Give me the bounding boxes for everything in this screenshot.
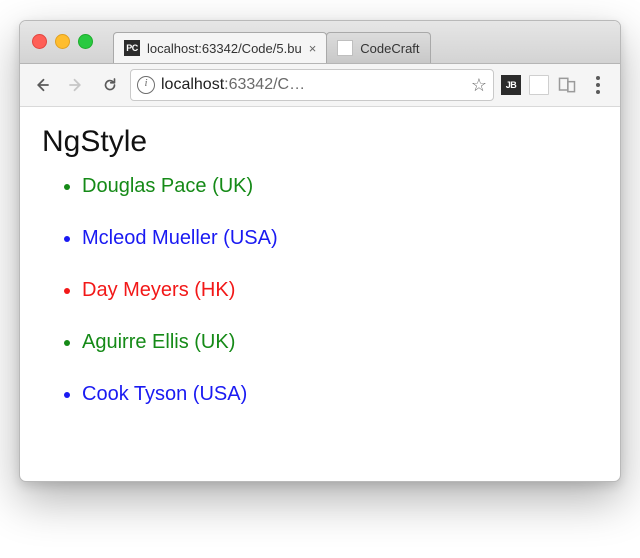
arrow-right-icon [67, 76, 85, 94]
titlebar: PC localhost:63342/Code/5.bu × CodeCraft [20, 21, 620, 64]
page-content: NgStyle Douglas Pace (UK) Mcleod Mueller … [20, 107, 620, 481]
url-host: localhost [161, 76, 224, 93]
list-item: Aguirre Ellis (UK) [82, 329, 598, 355]
people-list: Douglas Pace (UK) Mcleod Mueller (USA) Day… [42, 173, 598, 407]
tab-localhost[interactable]: PC localhost:63342/Code/5.bu × [113, 32, 327, 63]
page-heading: NgStyle [42, 125, 598, 159]
extension-jetbrains[interactable]: JB [500, 74, 522, 96]
jetbrains-icon: JB [501, 75, 521, 95]
extension-devtools[interactable] [556, 74, 578, 96]
forward-button[interactable] [62, 71, 90, 99]
extension-placeholder[interactable] [528, 74, 550, 96]
tab-title: CodeCraft [360, 41, 419, 56]
url-path: :63342/C… [224, 76, 305, 93]
window-maximize-button[interactable] [78, 34, 93, 49]
tab-title: localhost:63342/Code/5.bu [147, 41, 302, 56]
tab-close-icon[interactable]: × [309, 42, 317, 55]
tab-codecraft[interactable]: CodeCraft [326, 32, 430, 63]
site-info-icon[interactable]: i [137, 76, 155, 94]
list-item: Douglas Pace (UK) [82, 173, 598, 199]
list-item: Day Meyers (HK) [82, 277, 598, 303]
blank-extension-icon [529, 75, 549, 95]
browser-menu-button[interactable] [584, 71, 612, 99]
toolbar: i localhost:63342/C… ☆ JB [20, 64, 620, 107]
browser-window: PC localhost:63342/Code/5.bu × CodeCraft [19, 20, 621, 482]
reload-button[interactable] [96, 71, 124, 99]
kebab-menu-icon [592, 76, 604, 94]
back-button[interactable] [28, 71, 56, 99]
favicon-pycharm-icon: PC [124, 40, 140, 56]
tab-strip: PC localhost:63342/Code/5.bu × CodeCraft [113, 21, 612, 63]
address-bar[interactable]: i localhost:63342/C… ☆ [130, 69, 494, 101]
reload-icon [101, 76, 119, 94]
bookmark-star-icon[interactable]: ☆ [471, 75, 487, 96]
window-controls [32, 34, 93, 49]
url-text: localhost:63342/C… [161, 76, 465, 94]
list-item: Mcleod Mueller (USA) [82, 225, 598, 251]
devtools-icon [557, 75, 577, 95]
list-item: Cook Tyson (USA) [82, 381, 598, 407]
favicon-blank-icon [337, 40, 353, 56]
window-close-button[interactable] [32, 34, 47, 49]
arrow-left-icon [33, 76, 51, 94]
window-minimize-button[interactable] [55, 34, 70, 49]
